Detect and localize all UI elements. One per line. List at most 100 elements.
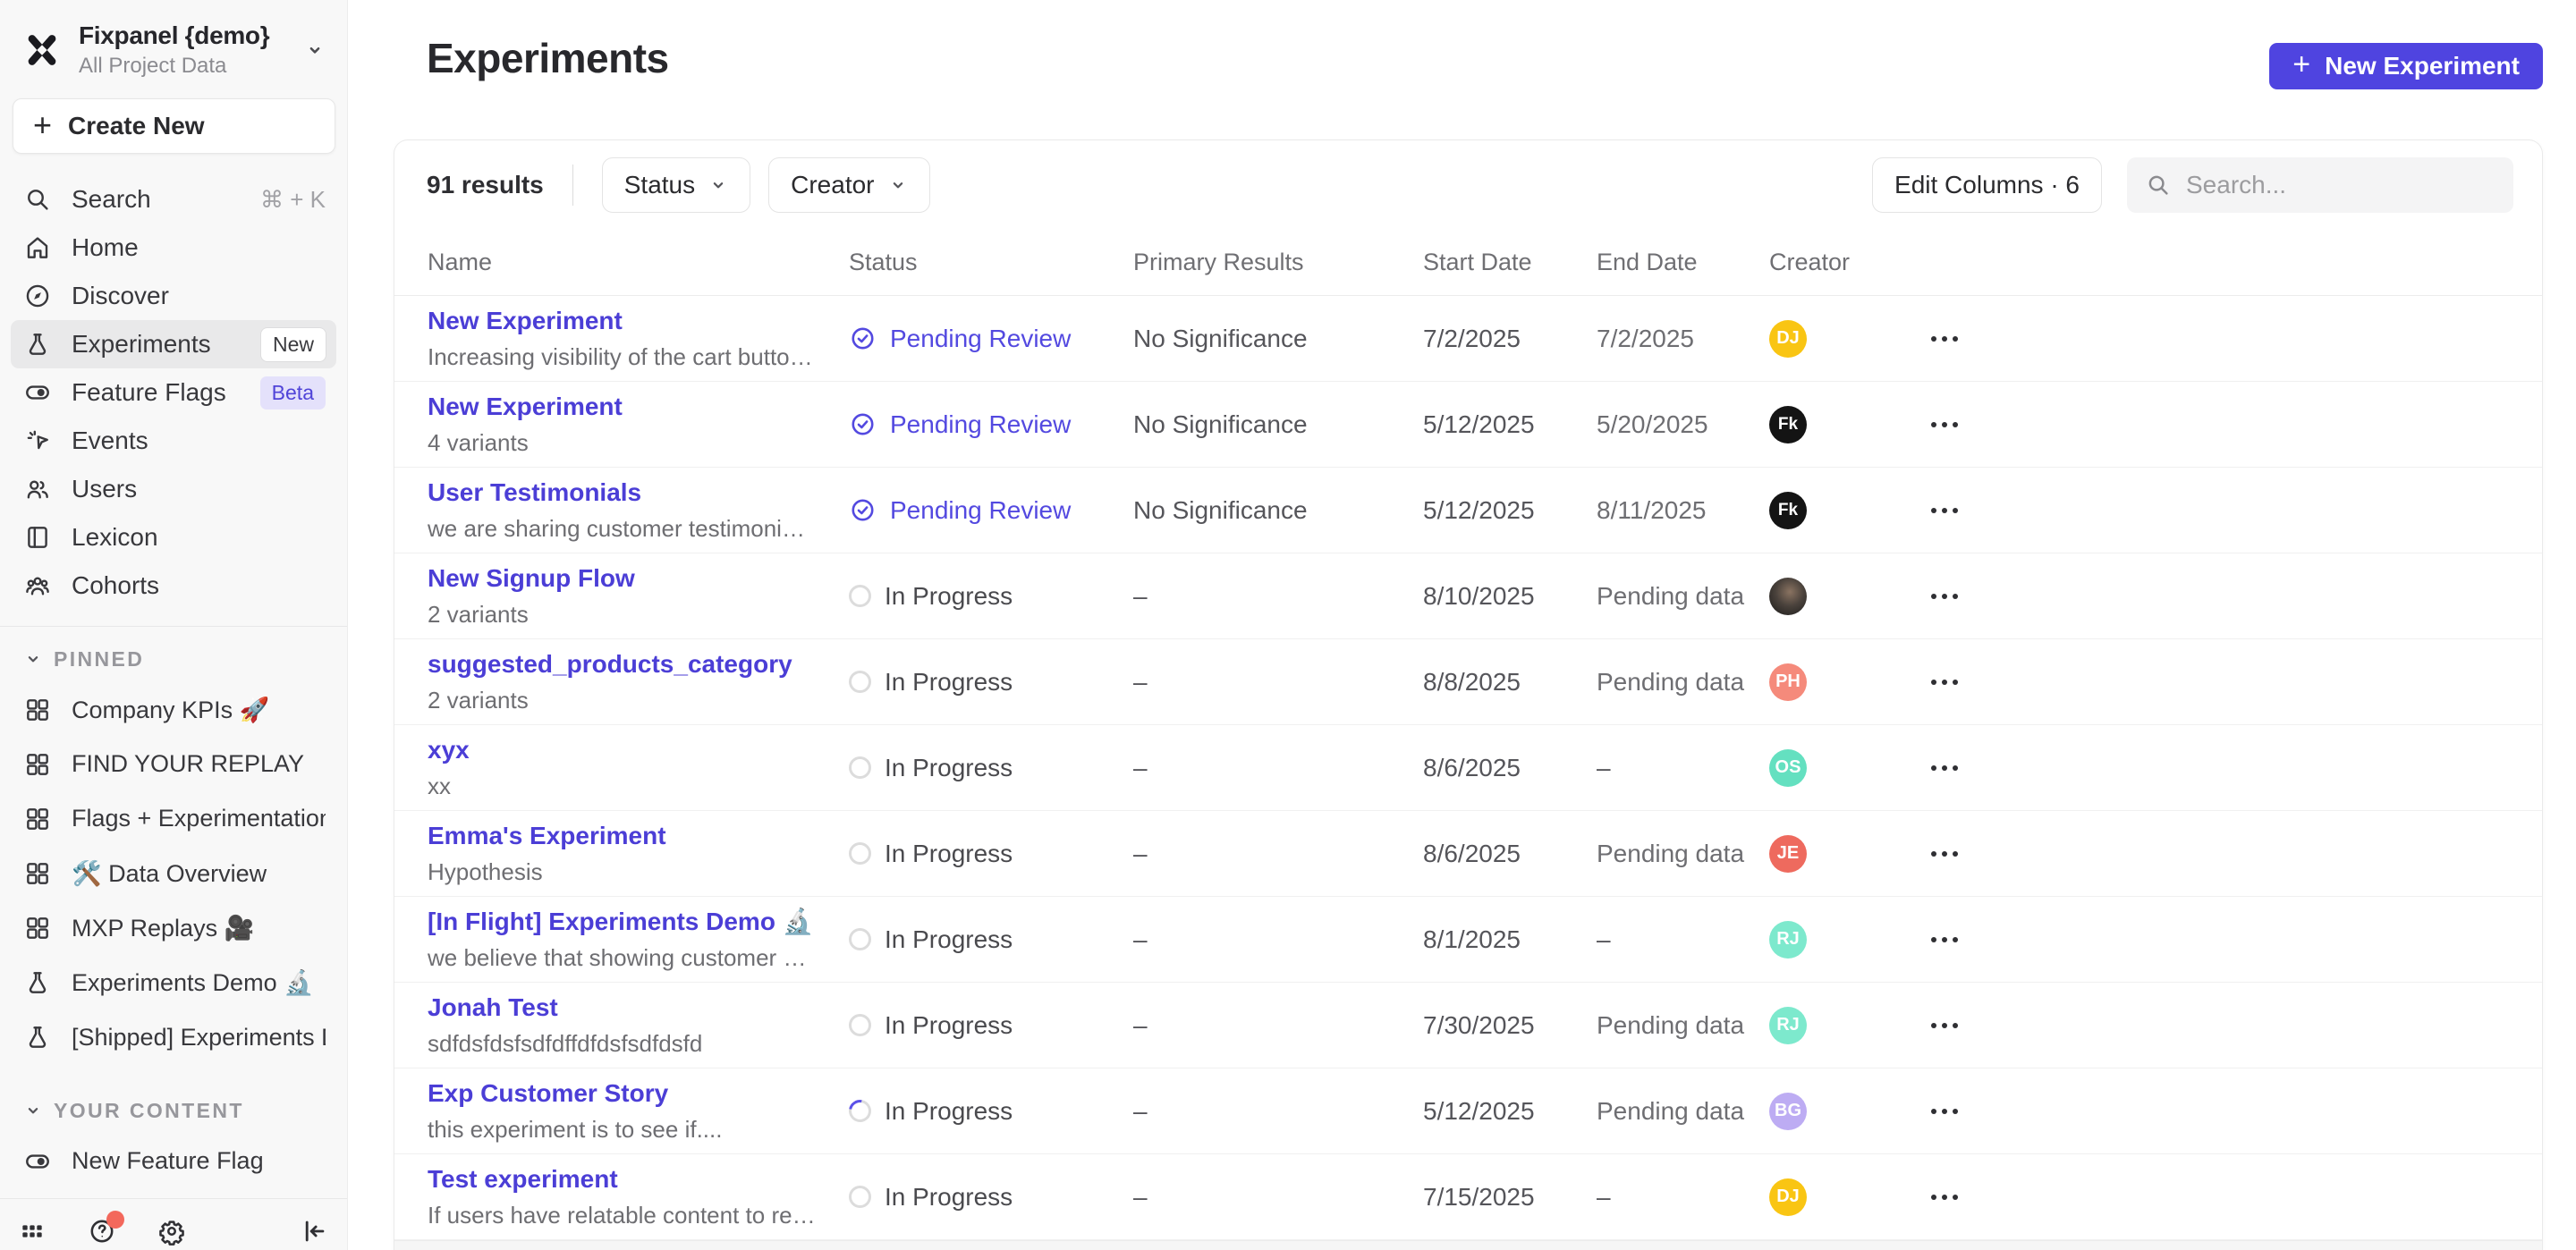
sidebar-item-new-feature-flag[interactable]: New Feature Flag [0, 1134, 347, 1188]
experiment-link[interactable]: xyx [428, 736, 817, 764]
start-date-cell: 8/6/2025 [1423, 754, 1597, 782]
avatar[interactable]: BG [1769, 1093, 1807, 1130]
row-actions-menu[interactable] [1931, 842, 1972, 866]
experiment-name-cell: New Signup Flow2 variants [428, 564, 849, 629]
end-date-cell: Pending data [1597, 840, 1769, 868]
experiment-link[interactable]: User Testimonials [428, 478, 817, 507]
sidebar-item-home[interactable]: Home [0, 224, 347, 272]
sidebar-item-lexicon[interactable]: Lexicon [0, 513, 347, 562]
avatar[interactable]: Fk [1769, 492, 1807, 529]
row-actions-menu[interactable] [1931, 1186, 1972, 1209]
start-date-cell: 8/6/2025 [1423, 840, 1597, 868]
table-row: New Signup Flow2 variantsIn Progress–8/1… [394, 553, 2542, 639]
apps-grid-icon[interactable] [18, 1217, 47, 1246]
search-icon [2145, 172, 2172, 198]
row-actions-menu[interactable] [1931, 585, 1972, 608]
sidebar-item-mxp-replays-[interactable]: MXP Replays 🎥 [0, 900, 347, 955]
section-header-pinned[interactable]: PINNED [0, 636, 347, 682]
beta-badge: Beta [260, 376, 326, 410]
collapse-sidebar-icon[interactable] [299, 1216, 329, 1246]
search-input[interactable] [2186, 171, 2496, 199]
primary-results-cell: – [1133, 668, 1423, 697]
flask-icon [23, 330, 52, 359]
status-label: Pending Review [890, 496, 1071, 525]
start-date-cell: 8/10/2025 [1423, 582, 1597, 611]
experiment-link[interactable]: Exp Customer Story [428, 1079, 817, 1108]
avatar[interactable] [1769, 578, 1807, 615]
sidebar-item-events[interactable]: Events [0, 417, 347, 465]
settings-gear-icon[interactable] [157, 1217, 186, 1246]
column-header-primary-results: Primary Results [1133, 249, 1423, 276]
table-row: Jonah TestsdfdsfdsfsdfdffdfdsfsdfdsfdIn … [394, 983, 2542, 1068]
status-cell: In Progress [849, 582, 1133, 611]
sidebar-item-cohorts[interactable]: Cohorts [0, 562, 347, 610]
status-cell: In Progress [849, 1183, 1133, 1212]
status-cell: Pending Review [849, 410, 1133, 439]
avatar[interactable]: OS [1769, 749, 1807, 787]
row-actions-menu[interactable] [1931, 756, 1972, 780]
sidebar-item-search[interactable]: Search⌘ + K [0, 175, 347, 224]
sidebar-item-users[interactable]: Users [0, 465, 347, 513]
primary-results-cell: – [1133, 754, 1423, 782]
create-new-label: Create New [68, 112, 205, 140]
search-icon [23, 185, 52, 214]
sidebar-item-label: Feature Flags [72, 378, 241, 407]
status-label: In Progress [885, 668, 1013, 697]
experiment-name-cell: New ExperimentIncreasing visibility of t… [428, 307, 849, 371]
experiment-link[interactable]: Emma's Experiment [428, 822, 817, 850]
row-actions-menu[interactable] [1931, 1100, 1972, 1123]
end-date-cell: Pending data [1597, 1097, 1769, 1126]
sidebar-item--data-overview[interactable]: 🛠️ Data Overview [0, 846, 347, 900]
sidebar-item--shipped-experiments-demo-[interactable]: [Shipped] Experiments Demo 🖊️ [0, 1009, 347, 1064]
avatar[interactable]: JE [1769, 835, 1807, 873]
edit-columns-button[interactable]: Edit Columns · 6 [1872, 157, 2102, 213]
progress-ring-icon [849, 756, 871, 779]
row-actions-menu[interactable] [1931, 327, 1972, 351]
new-experiment-button[interactable]: + New Experiment [2269, 43, 2543, 89]
experiment-subtitle: we believe that showing customer stories… [428, 944, 817, 972]
avatar[interactable]: PH [1769, 663, 1807, 701]
plus-icon: + [33, 109, 52, 141]
sidebar-item-discover[interactable]: Discover [0, 272, 347, 320]
row-actions-menu[interactable] [1931, 413, 1972, 436]
experiment-link[interactable]: New Experiment [428, 307, 817, 335]
table-body: New ExperimentIncreasing visibility of t… [394, 296, 2542, 1240]
row-actions-menu[interactable] [1931, 671, 1972, 694]
end-date-cell: Pending data [1597, 582, 1769, 611]
filter-creator-dropdown[interactable]: Creator [768, 157, 929, 213]
experiment-link[interactable]: Test experiment [428, 1165, 817, 1194]
avatar[interactable]: RJ [1769, 921, 1807, 959]
sidebar-item-find-your-replay[interactable]: FIND YOUR REPLAY [0, 737, 347, 791]
section-header-your-content[interactable]: YOUR CONTENT [0, 1087, 347, 1134]
table-row: Emma's ExperimentHypothesisIn Progress–8… [394, 811, 2542, 897]
table-toolbar: 91 results StatusCreator Edit Columns · … [394, 140, 2542, 230]
experiment-link[interactable]: [In Flight] Experiments Demo 🔬 [428, 907, 817, 936]
experiment-link[interactable]: New Signup Flow [428, 564, 817, 593]
experiment-link[interactable]: Jonah Test [428, 993, 817, 1022]
status-label: Pending Review [890, 410, 1071, 439]
sidebar-item-experiments[interactable]: ExperimentsNew [11, 320, 336, 368]
toggle-icon [23, 378, 52, 407]
workspace-switcher[interactable]: Fixpanel {demo} All Project Data [0, 0, 347, 93]
filter-status-dropdown[interactable]: Status [602, 157, 750, 213]
avatar[interactable]: Fk [1769, 406, 1807, 443]
sidebar-item-company-kpis-[interactable]: Company KPIs 🚀 [0, 682, 347, 737]
section-gap [0, 1064, 347, 1087]
row-actions-menu[interactable] [1931, 1014, 1972, 1037]
status-cell: Pending Review [849, 325, 1133, 353]
row-actions-menu[interactable] [1931, 499, 1972, 522]
create-new-button[interactable]: + Create New [13, 98, 335, 154]
avatar[interactable]: DJ [1769, 320, 1807, 358]
avatar[interactable]: RJ [1769, 1007, 1807, 1044]
column-header-name: Name [428, 249, 849, 276]
sidebar-item-flags-experimentation-demo-[interactable]: Flags + Experimentation Demo , [0, 791, 347, 846]
sidebar-item-experiments-demo-[interactable]: Experiments Demo 🔬 [0, 955, 347, 1009]
avatar[interactable]: DJ [1769, 1178, 1807, 1216]
experiment-link[interactable]: suggested_products_category [428, 650, 817, 679]
row-actions-menu[interactable] [1931, 928, 1972, 951]
experiment-link[interactable]: New Experiment [428, 393, 817, 421]
sidebar-item-label: 🛠️ Data Overview [72, 859, 326, 888]
table-row: Test experimentIf users have relatable c… [394, 1154, 2542, 1240]
sidebar-item-feature-flags[interactable]: Feature Flags Beta [0, 368, 347, 417]
help-icon[interactable] [88, 1217, 116, 1246]
